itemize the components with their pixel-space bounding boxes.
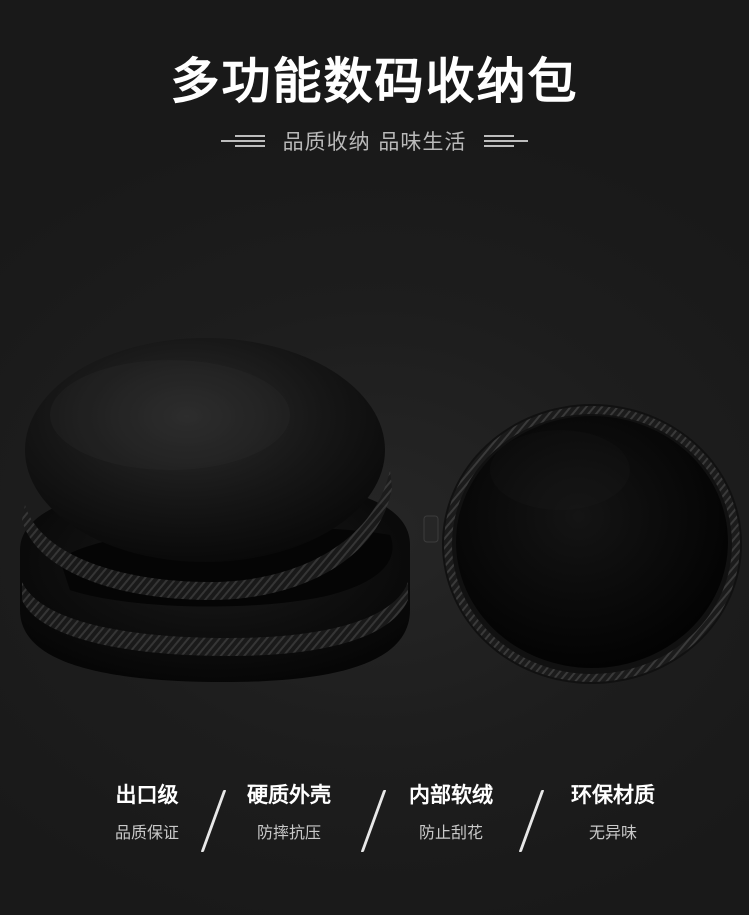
feature-subtitle: 防止刮花 [418,823,483,842]
feature-subtitle: 无异味 [588,823,637,842]
feature-item: 出口级 品质保证 [72,780,222,844]
feature-subtitle: 品质保证 [114,823,179,842]
product-poster: 多功能数码收纳包 品质收纳 品味生活 出口级 品质保证 硬质外壳 防摔抗压 内部… [0,0,749,915]
feature-subtitle: 防摔抗压 [256,823,321,842]
decorative-lines-right [484,135,529,147]
feature-list: 出口级 品质保证 硬质外壳 防摔抗压 内部软绒 防止刮花 环保材质 无异味 [0,780,749,860]
decorative-lines-left [220,135,265,147]
feature-title: 硬质外壳 [247,783,331,807]
feature-item: 内部软绒 防止刮花 [376,780,526,844]
case-open-left [20,338,410,682]
feature-title: 出口级 [115,783,179,807]
feature-item: 硬质外壳 防摔抗压 [214,780,364,844]
page-title: 多功能数码收纳包 [170,53,579,110]
subtitle-row: 品质收纳 品味生活 [0,124,749,158]
product-photo [20,338,742,684]
feature-title: 内部软绒 [409,783,493,807]
subtitle: 品质收纳 品味生活 [282,130,467,154]
case-front-right [423,404,742,684]
feature-title: 环保材质 [571,783,655,807]
feature-item: 环保材质 无异味 [538,780,688,844]
